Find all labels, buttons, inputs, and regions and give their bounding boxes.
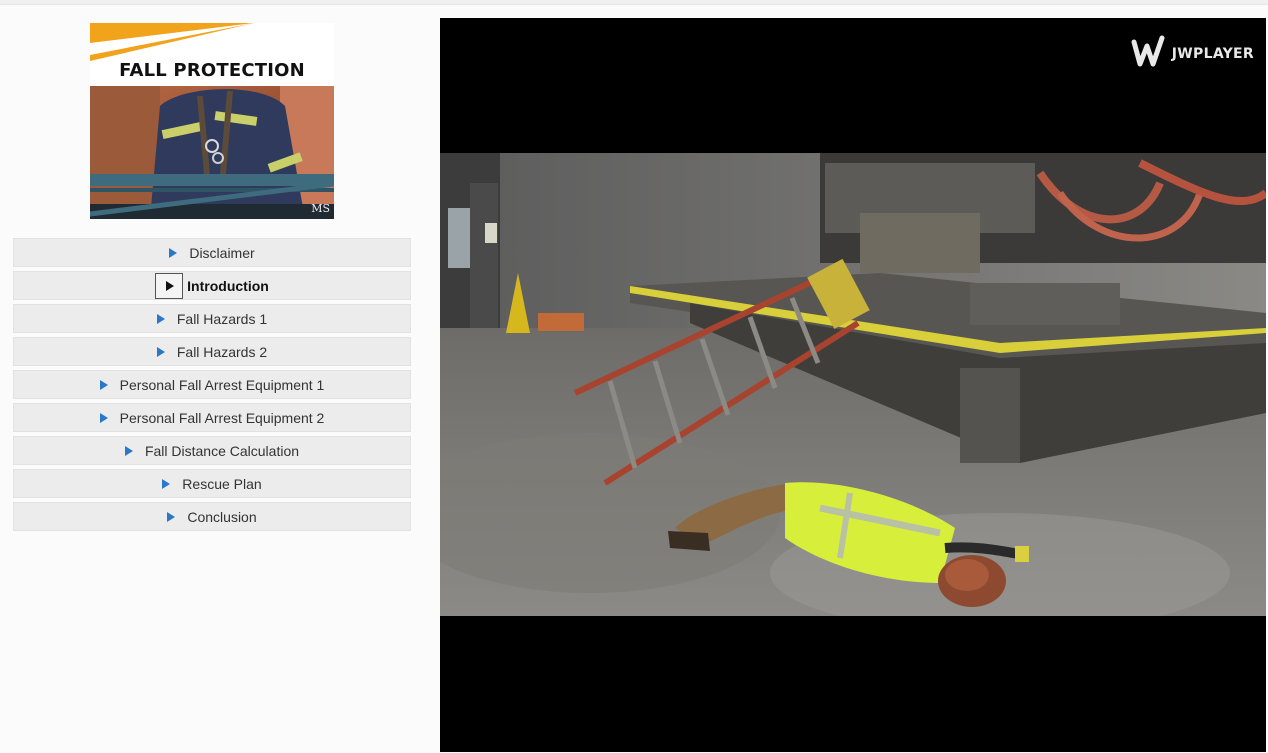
- browser-top-edge: [0, 0, 1268, 5]
- play-triangle-icon: [156, 346, 165, 357]
- menu-item-rescue-plan[interactable]: Rescue Plan: [13, 469, 411, 498]
- jwplayer-label: JWPLAYER: [1171, 46, 1254, 62]
- course-page: FALL PROTECTION MS Disclaimer Introducti…: [0, 0, 1268, 753]
- menu-item-introduction[interactable]: Introduction: [13, 271, 411, 300]
- menu-item-label: Introduction: [187, 277, 269, 294]
- menu-item-label: Fall Hazards 2: [176, 343, 268, 360]
- video-frame[interactable]: [440, 153, 1266, 616]
- course-banner-photo: MS: [90, 86, 334, 219]
- menu-item-label: Personal Fall Arrest Equipment 1: [119, 376, 325, 393]
- menu-item-fall-hazards-2[interactable]: Fall Hazards 2: [13, 337, 411, 366]
- menu-item-label: Fall Distance Calculation: [144, 442, 300, 459]
- menu-item-label: Fall Hazards 1: [176, 310, 268, 327]
- ms-logo-mark: MS: [311, 202, 330, 215]
- lesson-menu: Disclaimer Introduction Fall Hazards 1 F…: [13, 238, 411, 535]
- play-triangle-icon: [169, 247, 178, 258]
- play-triangle-icon: [162, 478, 171, 489]
- jwplayer-logo-icon: [1131, 35, 1165, 67]
- menu-item-pfae-1[interactable]: Personal Fall Arrest Equipment 1: [13, 370, 411, 399]
- play-triangle-icon: [124, 445, 133, 456]
- play-triangle-icon: [167, 511, 176, 522]
- menu-item-fall-hazards-1[interactable]: Fall Hazards 1: [13, 304, 411, 333]
- course-banner: FALL PROTECTION MS: [90, 23, 334, 219]
- video-still: [440, 153, 1266, 616]
- menu-item-disclaimer[interactable]: Disclaimer: [13, 238, 411, 267]
- play-button-icon[interactable]: [155, 272, 184, 299]
- play-triangle-icon: [156, 313, 165, 324]
- play-triangle-icon: [99, 412, 108, 423]
- menu-item-label: Disclaimer: [189, 244, 255, 261]
- video-player[interactable]: JWPLAYER: [440, 18, 1266, 752]
- menu-item-pfae-2[interactable]: Personal Fall Arrest Equipment 2: [13, 403, 411, 432]
- play-triangle-icon: [99, 379, 108, 390]
- banner-stripes-graphic: [90, 23, 254, 61]
- menu-item-fall-distance-calculation[interactable]: Fall Distance Calculation: [13, 436, 411, 465]
- menu-item-label: Personal Fall Arrest Equipment 2: [119, 409, 325, 426]
- jwplayer-logo[interactable]: JWPLAYER: [1130, 34, 1254, 74]
- course-title: FALL PROTECTION: [119, 60, 305, 81]
- menu-item-label: Rescue Plan: [182, 475, 262, 492]
- menu-item-label: Conclusion: [187, 508, 257, 525]
- menu-item-conclusion[interactable]: Conclusion: [13, 502, 411, 531]
- play-triangle-icon: [166, 280, 175, 291]
